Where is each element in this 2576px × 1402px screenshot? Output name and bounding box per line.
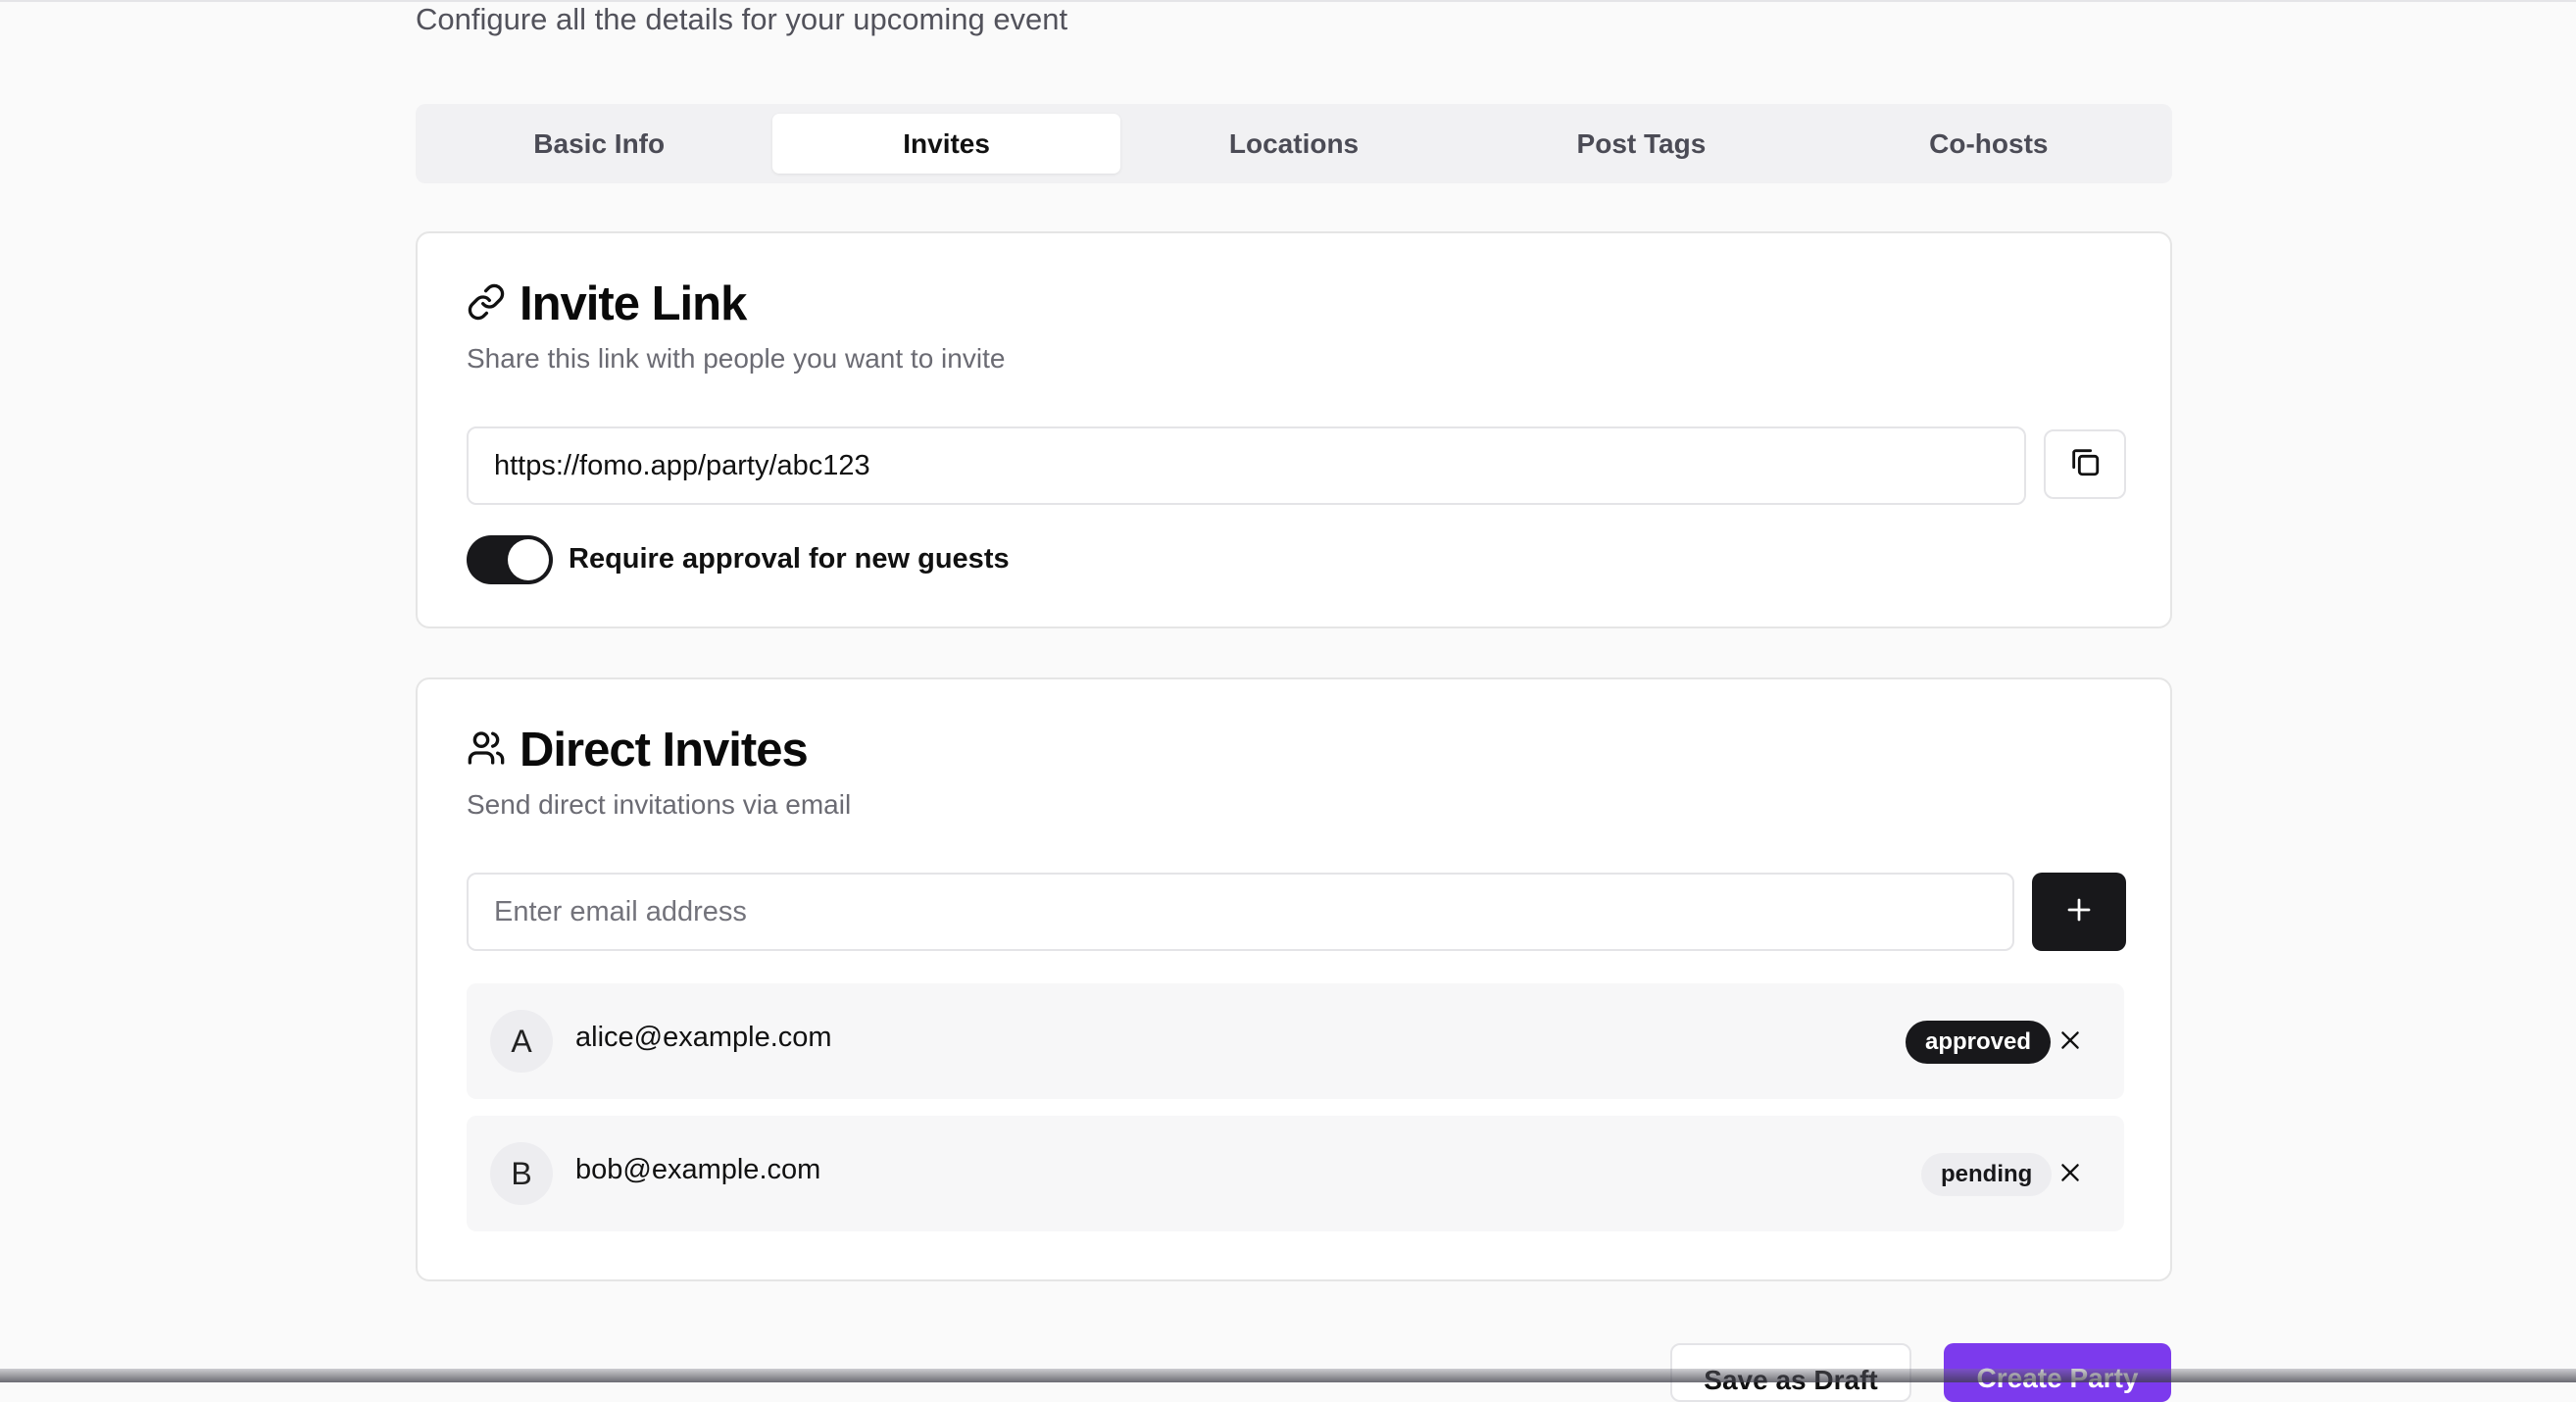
avatar: A bbox=[490, 1010, 553, 1073]
window-bottom-edge bbox=[0, 1369, 2576, 1382]
invite-link-title: Invite Link bbox=[520, 277, 747, 330]
remove-invite-button[interactable] bbox=[2051, 1155, 2090, 1194]
direct-invites-description: Send direct invitations via email bbox=[467, 789, 852, 820]
email-input[interactable] bbox=[492, 894, 2012, 929]
top-divider bbox=[0, 0, 2576, 2]
tab-invites[interactable]: Invites bbox=[772, 114, 1120, 174]
invite-url-field[interactable] bbox=[467, 426, 2026, 505]
require-approval-toggle[interactable] bbox=[467, 535, 553, 584]
tab-co-hosts[interactable]: Co-hosts bbox=[1815, 114, 2162, 174]
invite-url-input[interactable] bbox=[492, 448, 2024, 483]
direct-invites-card: Direct Invites Send direct invitations v… bbox=[416, 677, 2172, 1281]
tab-post-tags[interactable]: Post Tags bbox=[1467, 114, 1814, 174]
toggle-knob bbox=[508, 539, 549, 580]
users-icon bbox=[467, 728, 506, 773]
copy-icon bbox=[2068, 445, 2102, 483]
add-invite-button[interactable] bbox=[2032, 873, 2126, 951]
copy-link-button[interactable] bbox=[2044, 429, 2126, 499]
tab-bar: Basic Info Invites Locations Post Tags C… bbox=[416, 104, 2172, 183]
status-badge: approved bbox=[1906, 1021, 2052, 1064]
invite-link-card: Invite Link Share this link with people … bbox=[416, 231, 2172, 628]
close-icon bbox=[2057, 1160, 2083, 1190]
link-icon bbox=[467, 282, 506, 326]
invite-link-description: Share this link with people you want to … bbox=[467, 343, 1006, 374]
plus-icon bbox=[2064, 895, 2094, 929]
invite-row: A alice@example.com approved bbox=[467, 983, 2124, 1099]
invite-email: alice@example.com bbox=[575, 1022, 832, 1053]
invite-row: B bob@example.com pending bbox=[467, 1116, 2124, 1231]
direct-invites-header: Direct Invites bbox=[467, 723, 809, 777]
direct-invites-title: Direct Invites bbox=[520, 724, 809, 776]
close-icon bbox=[2057, 1027, 2083, 1058]
invite-link-header: Invite Link bbox=[467, 276, 747, 331]
page-subtitle: Configure all the details for your upcom… bbox=[416, 2, 1068, 36]
remove-invite-button[interactable] bbox=[2051, 1023, 2090, 1062]
status-badge: pending bbox=[1921, 1153, 2053, 1196]
require-approval-label: Require approval for new guests bbox=[569, 543, 1010, 575]
avatar: B bbox=[490, 1142, 553, 1205]
email-field[interactable] bbox=[467, 873, 2014, 951]
tab-basic-info[interactable]: Basic Info bbox=[425, 114, 772, 174]
invite-email: bob@example.com bbox=[575, 1154, 821, 1185]
tab-locations[interactable]: Locations bbox=[1120, 114, 1467, 174]
